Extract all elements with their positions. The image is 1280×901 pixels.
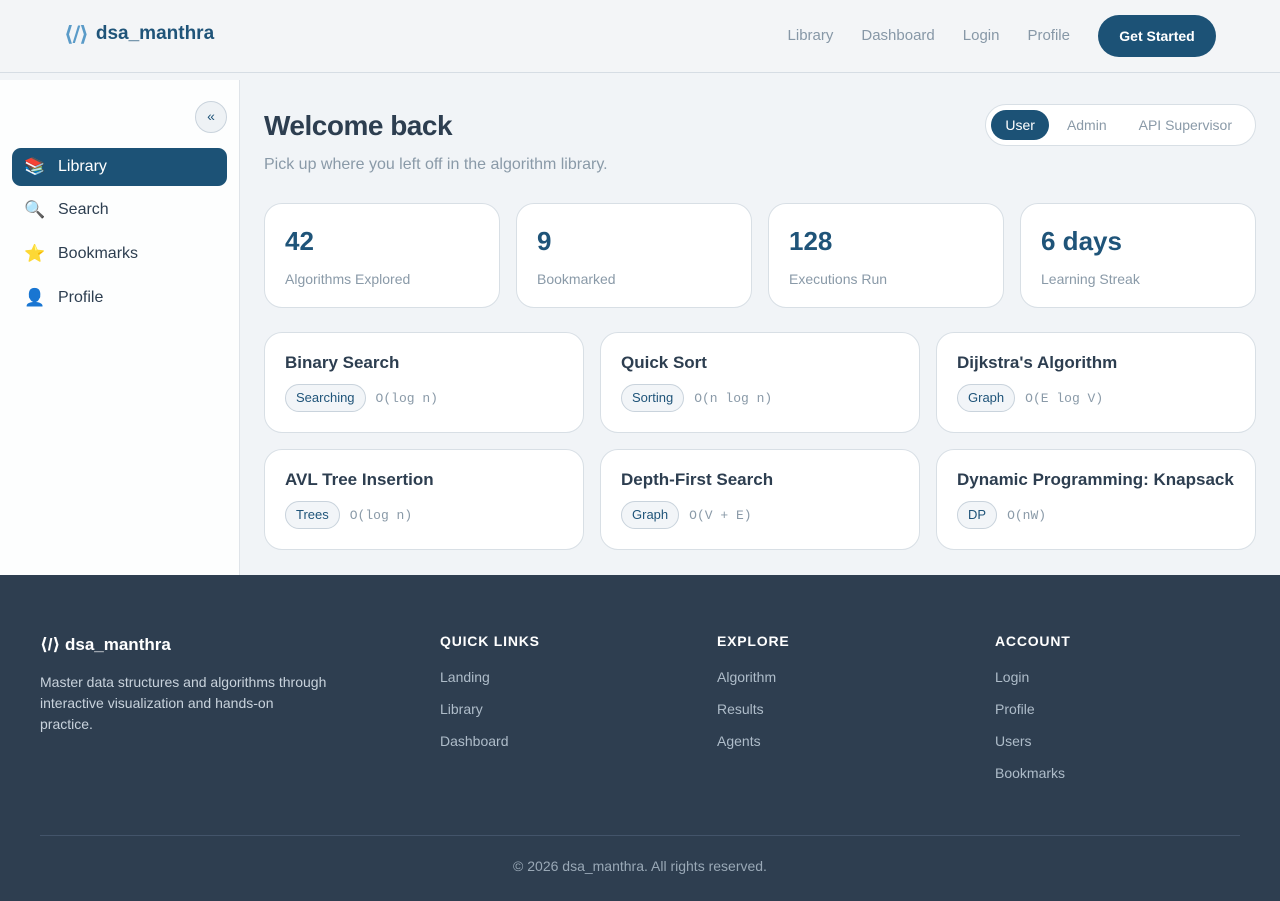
books-icon: 📚 (24, 157, 46, 176)
role-switcher: User Admin API Supervisor (985, 104, 1256, 146)
complexity-label: O(nW) (1007, 507, 1047, 523)
footer-link-login[interactable]: Login (995, 669, 1071, 701)
user-icon: 👤 (24, 288, 46, 307)
sidebar-item-bookmarks[interactable]: ⭐ Bookmarks (12, 235, 227, 273)
category-tag: Trees (285, 501, 340, 529)
category-tag: Searching (285, 384, 366, 412)
footer-column-heading: EXPLORE (717, 633, 790, 649)
sidebar-item-library[interactable]: 📚 Library (12, 148, 227, 186)
collapse-sidebar-button[interactable]: « (195, 101, 227, 133)
footer-quick-links: QUICK LINKS Landing Library Dashboard (440, 633, 540, 765)
star-icon: ⭐ (24, 244, 46, 263)
footer-link-algorithm[interactable]: Algorithm (717, 669, 790, 701)
algorithm-card-dijkstra[interactable]: Dijkstra's Algorithm Graph O(E log V) (936, 332, 1256, 433)
nav-dashboard-link[interactable]: Dashboard (861, 15, 934, 57)
footer-link-bookmarks[interactable]: Bookmarks (995, 765, 1071, 797)
algorithm-name: Depth-First Search (621, 470, 774, 489)
footer-account: ACCOUNT Login Profile Users Bookmarks (995, 633, 1071, 797)
algorithm-card-depth-first-search[interactable]: Depth-First Search Graph O(V + E) (600, 449, 920, 550)
stat-card-learning-streak: 6 days Learning Streak (1020, 203, 1256, 308)
get-started-button[interactable]: Get Started (1098, 15, 1216, 57)
main-nav: Library Dashboard Login Profile Get Star… (788, 15, 1216, 57)
sidebar-item-label: Library (58, 158, 107, 175)
footer-link-landing[interactable]: Landing (440, 669, 540, 701)
stat-value: 6 days (1041, 226, 1122, 256)
sidebar-item-label: Profile (58, 289, 104, 306)
category-tag: Sorting (621, 384, 685, 412)
stat-card-algorithms-explored: 42 Algorithms Explored (264, 203, 500, 308)
nav-library-link[interactable]: Library (788, 15, 834, 57)
algorithm-card-quick-sort[interactable]: Quick Sort Sorting O(n log n) (600, 332, 920, 433)
brand-logo[interactable]: ⟨/⟩ dsa_manthra (64, 22, 214, 46)
stat-value: 9 (537, 226, 552, 256)
complexity-label: O(n log n) (694, 390, 773, 406)
footer-link-dashboard[interactable]: Dashboard (440, 733, 540, 765)
footer-brand: ⟨/⟩ dsa_manthra (40, 635, 171, 654)
page-title: Welcome back (264, 110, 453, 141)
algorithm-name: Dijkstra's Algorithm (957, 353, 1118, 372)
footer-link-users[interactable]: Users (995, 733, 1071, 765)
role-user-tab[interactable]: User (991, 110, 1049, 140)
algorithm-card-binary-search[interactable]: Binary Search Searching O(log n) (264, 332, 584, 433)
category-tag: Graph (957, 384, 1016, 412)
footer-link-profile[interactable]: Profile (995, 701, 1071, 733)
stat-label: Executions Run (789, 271, 888, 287)
footer-link-results[interactable]: Results (717, 701, 790, 733)
copyright-text: © 2026 dsa_manthra. All rights reserved. (513, 858, 767, 874)
sidebar-item-profile[interactable]: 👤 Profile (12, 279, 227, 317)
role-api-supervisor-tab[interactable]: API Supervisor (1125, 110, 1246, 140)
category-tag: DP (957, 501, 998, 529)
footer-divider (40, 835, 1240, 836)
sidebar: « 📚 Library 🔍 Search ⭐ Bookmarks 👤 Profi… (0, 80, 240, 575)
code-brackets-icon: ⟨/⟩ (64, 22, 89, 46)
complexity-label: O(V + E) (689, 507, 752, 523)
complexity-label: O(E log V) (1025, 390, 1104, 406)
algorithm-card-knapsack[interactable]: Dynamic Programming: Knapsack DP O(nW) (936, 449, 1256, 550)
sidebar-item-label: Bookmarks (58, 245, 139, 262)
stat-label: Algorithms Explored (285, 271, 411, 287)
sidebar-item-search[interactable]: 🔍 Search (12, 191, 227, 229)
stat-label: Bookmarked (537, 271, 616, 287)
stat-label: Learning Streak (1041, 271, 1140, 287)
footer-description: Master data structures and algorithms th… (40, 674, 327, 732)
footer-column-heading: QUICK LINKS (440, 633, 540, 649)
role-admin-tab[interactable]: Admin (1053, 110, 1121, 140)
complexity-label: O(log n) (349, 507, 413, 523)
brand-name: dsa_manthra (95, 23, 215, 44)
complexity-label: O(log n) (375, 390, 438, 406)
category-tag: Graph (621, 501, 680, 529)
stat-card-bookmarked: 9 Bookmarked (516, 203, 752, 308)
footer-explore: EXPLORE Algorithm Results Agents (717, 633, 790, 765)
algorithm-name: Dynamic Programming: Knapsack (957, 470, 1234, 489)
footer-column-heading: ACCOUNT (995, 633, 1071, 649)
stat-value: 128 (789, 226, 833, 256)
page-subtitle: Pick up where you left off in the algori… (264, 156, 608, 173)
algorithm-name: AVL Tree Insertion (285, 470, 434, 489)
footer-link-agents[interactable]: Agents (717, 733, 790, 765)
footer-link-library[interactable]: Library (440, 701, 540, 733)
algorithm-name: Quick Sort (621, 353, 707, 372)
sidebar-item-label: Search (58, 201, 109, 218)
footer: ⟨/⟩ dsa_manthra Master data structures a… (0, 575, 1280, 901)
algorithm-name: Binary Search (285, 353, 400, 372)
nav-profile-link[interactable]: Profile (1027, 15, 1070, 57)
stat-value: 42 (285, 226, 314, 256)
magnifier-icon: 🔍 (24, 200, 46, 219)
top-navbar: ⟨/⟩ dsa_manthra Library Dashboard Login … (0, 0, 1280, 73)
nav-login-link[interactable]: Login (963, 15, 1000, 57)
algorithm-card-avl-tree-insertion[interactable]: AVL Tree Insertion Trees O(log n) (264, 449, 584, 550)
stat-card-executions-run: 128 Executions Run (768, 203, 1004, 308)
